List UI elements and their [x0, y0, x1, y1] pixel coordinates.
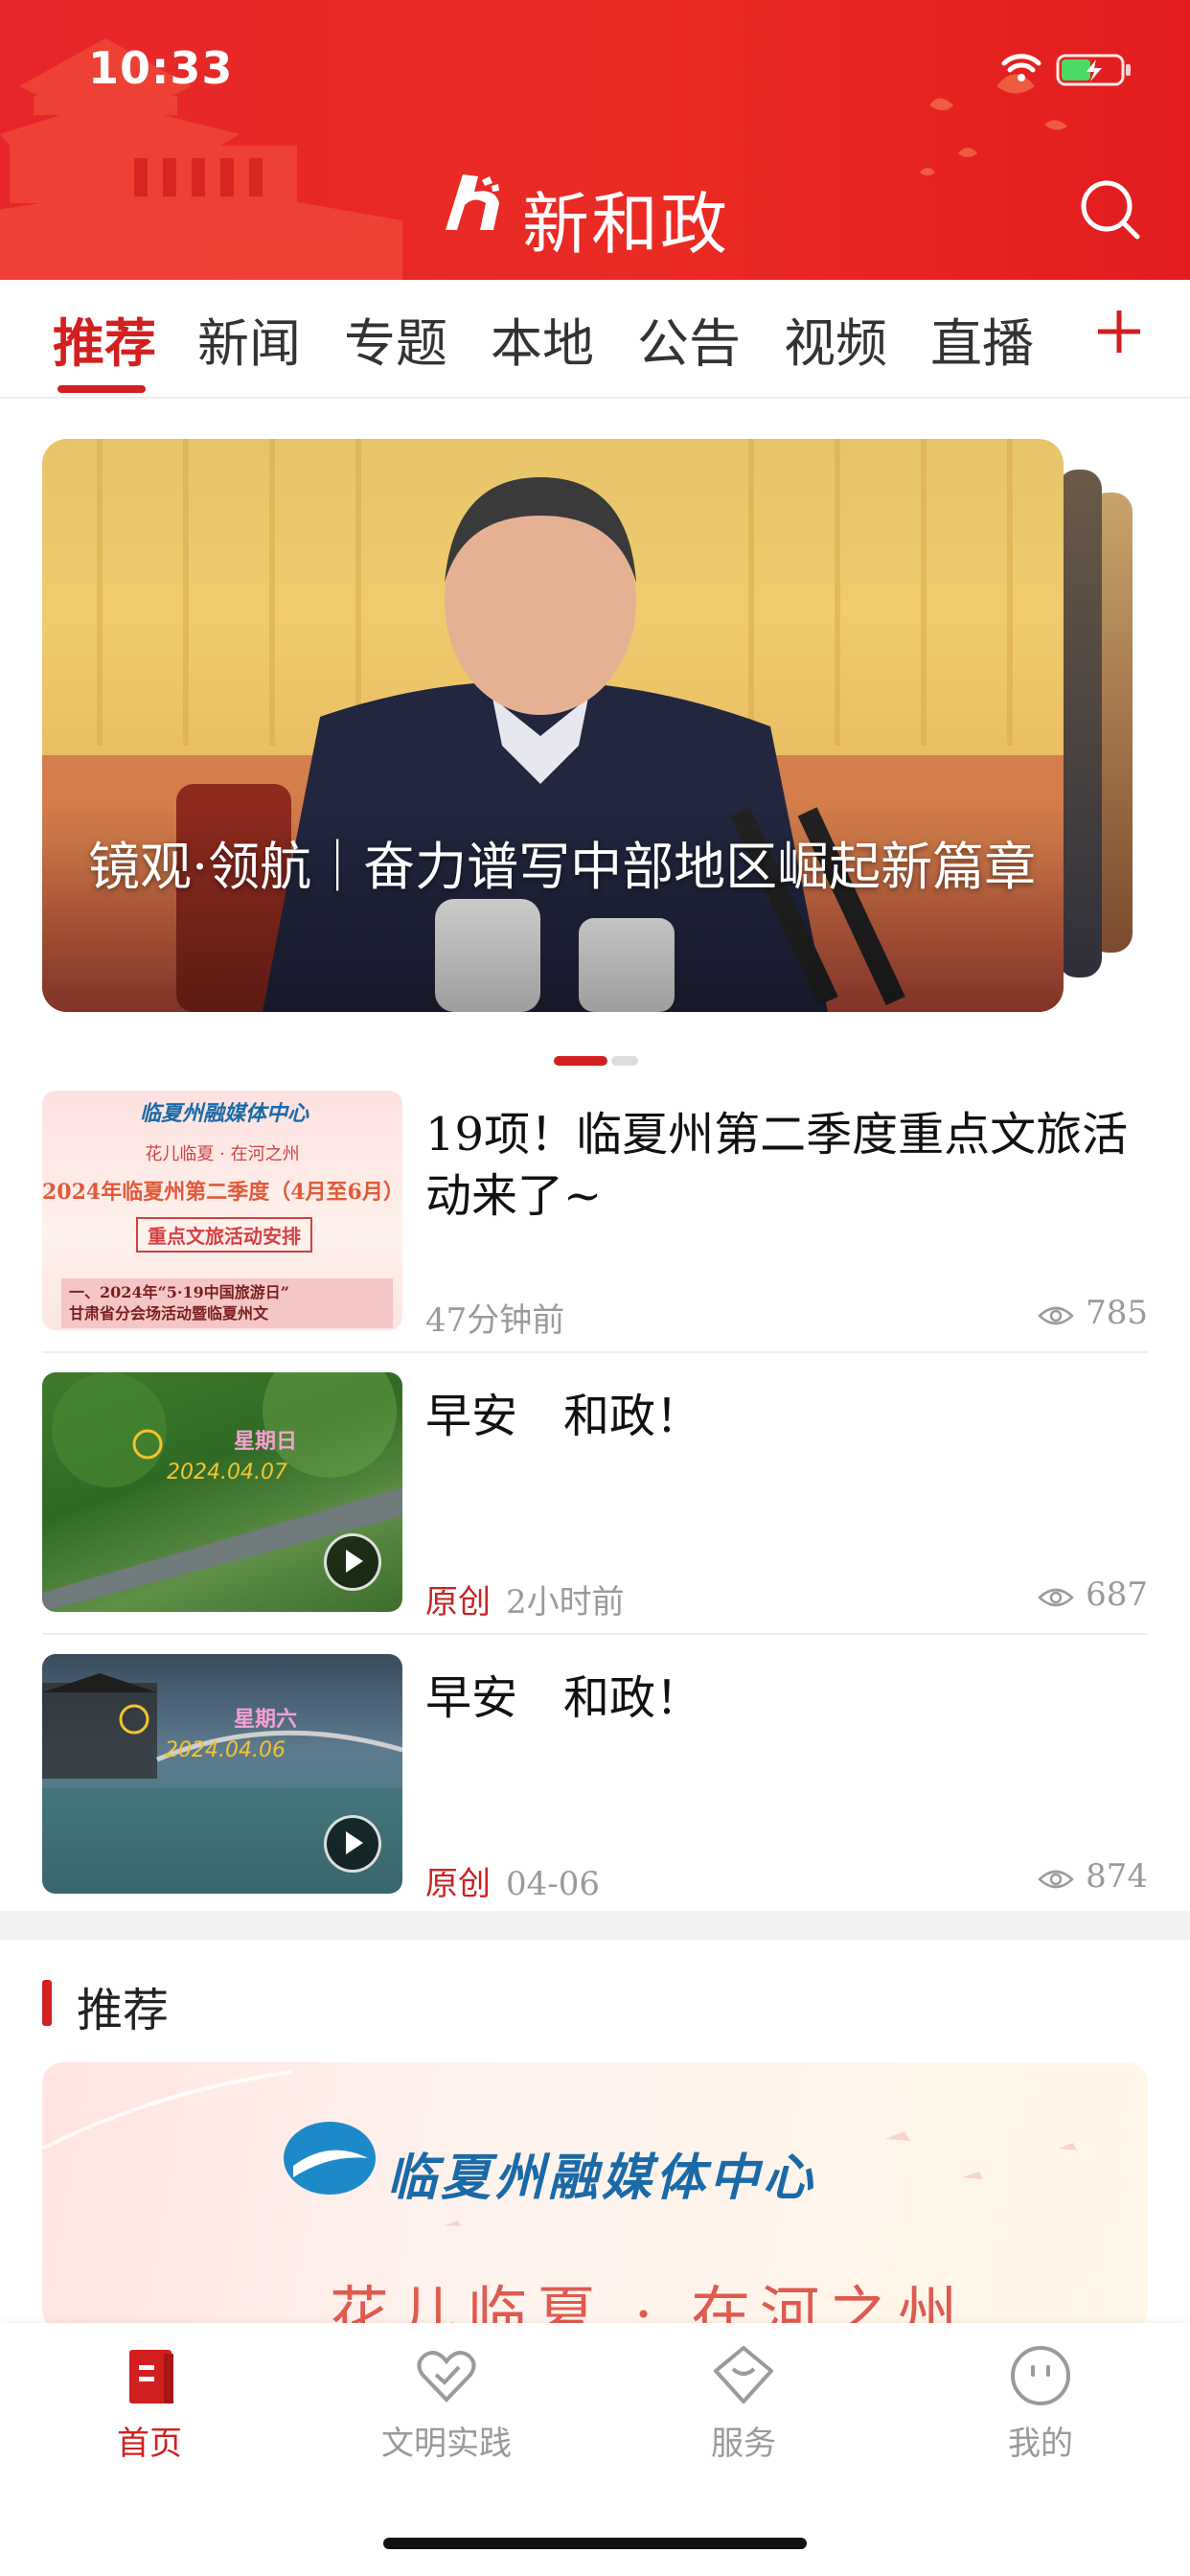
- news-meta: 原创 2小时前: [425, 1576, 625, 1622]
- home-indicator: [383, 2538, 807, 2549]
- news-meta: 47分钟前: [425, 1294, 564, 1341]
- news-item[interactable]: 星期日 2024.04.07 早安 和政！ 原创 2小时前 687: [42, 1372, 1148, 1652]
- thumb-line4: 一、2024年“5·19中国旅游日”: [69, 1283, 289, 1301]
- divider: [42, 1351, 1148, 1353]
- app-logo-icon: [446, 174, 499, 230]
- eye-icon: [1038, 1306, 1074, 1325]
- news-item[interactable]: 星期六 2024.04.06 早安 和政！ 原创 04-06 874: [42, 1654, 1148, 1934]
- brand-logo-icon: [284, 2122, 376, 2195]
- nav-home-label: 首页: [117, 2425, 182, 2463]
- hero-image: [42, 439, 1064, 1012]
- search-icon[interactable]: [1078, 177, 1141, 241]
- news-time: 47分钟前: [425, 1301, 565, 1340]
- play-icon[interactable]: [324, 1815, 381, 1873]
- banner-subtitle: 花儿临夏 · 在河之州: [330, 2279, 968, 2331]
- news-thumbnail: 临夏州融媒体中心 花儿临夏 · 在河之州 2024年临夏州第二季度（4月至6月）…: [42, 1091, 402, 1330]
- news-time: 2小时前: [506, 1583, 625, 1622]
- nav-civilization[interactable]: 文明实践: [351, 2342, 542, 2464]
- news-thumbnail: 星期六 2024.04.06: [42, 1654, 402, 1894]
- profile-icon: [1011, 2346, 1070, 2405]
- news-source-badge: 原创: [425, 1583, 491, 1622]
- section-title: 推荐: [77, 1984, 170, 2037]
- banner-brand: 临夏州融媒体中心: [387, 2149, 817, 2207]
- wifi-icon: [1001, 54, 1041, 81]
- news-title[interactable]: 早安 和政！: [425, 1386, 1154, 1447]
- thumb-date: 2024.04.06: [165, 1738, 286, 1762]
- tab-news[interactable]: 新闻: [197, 301, 301, 377]
- thumb-line3: 重点文旅活动安排: [136, 1217, 312, 1253]
- news-item[interactable]: 临夏州融媒体中心 花儿临夏 · 在河之州 2024年临夏州第二季度（4月至6月）…: [42, 1091, 1148, 1370]
- thumb-weekday: 星期六: [234, 1707, 298, 1732]
- pagination-dot-active: [554, 1056, 607, 1066]
- nav-service-label: 服务: [711, 2425, 776, 2463]
- section-marker: [42, 1980, 52, 2026]
- news-views: 874: [1038, 1857, 1148, 1896]
- nav-service[interactable]: 服务: [648, 2342, 839, 2464]
- plus-icon[interactable]: [1090, 303, 1148, 360]
- section-gap: [0, 1911, 1190, 1940]
- news-views: 785: [1038, 1294, 1148, 1332]
- thumb-line5: 甘肃省分会场活动暨临夏州文: [69, 1304, 269, 1322]
- news-meta: 原创 04-06: [425, 1857, 600, 1904]
- tab-live[interactable]: 直播: [930, 301, 1034, 377]
- app-name: 新和政: [522, 185, 729, 264]
- active-tab-indicator: [57, 385, 146, 393]
- news-title[interactable]: 19项！临夏州第二季度重点文旅活动来了~: [425, 1104, 1154, 1227]
- nav-profile[interactable]: 我的: [945, 2342, 1136, 2464]
- recommend-banner[interactable]: 临夏州融媒体中心 花儿临夏 · 在河之州: [42, 2062, 1148, 2331]
- carousel-next-card[interactable]: [1058, 470, 1102, 978]
- thumb-line2: 2024年临夏州第二季度（4月至6月）: [42, 1180, 402, 1205]
- news-view-count: 874: [1086, 1857, 1148, 1896]
- eye-icon: [1038, 1870, 1074, 1889]
- nav-civilization-label: 文明实践: [381, 2425, 512, 2463]
- tab-recommend[interactable]: 推荐: [53, 301, 156, 377]
- tab-topics[interactable]: 专题: [344, 301, 447, 377]
- tab-local[interactable]: 本地: [491, 301, 594, 377]
- home-icon: [129, 2350, 173, 2404]
- thumb-weekday: 星期日: [234, 1429, 298, 1454]
- nav-profile-label: 我的: [1008, 2425, 1073, 2463]
- news-view-count: 785: [1086, 1294, 1148, 1332]
- news-title[interactable]: 早安 和政！: [425, 1668, 1154, 1729]
- carousel-title[interactable]: 镜观·领航｜奋力谱写中部地区崛起新篇章: [88, 832, 1046, 903]
- carousel-hero-card[interactable]: [42, 439, 1064, 1012]
- category-tabs: 推荐 新闻 专题 本地 公告 视频 直播: [0, 280, 1190, 399]
- news-source-badge: 原创: [425, 1865, 491, 1903]
- heart-icon: [417, 2351, 476, 2403]
- news-view-count: 687: [1086, 1576, 1148, 1614]
- thumb-line1: 花儿临夏 · 在河之州: [145, 1144, 300, 1164]
- eye-icon: [1038, 1588, 1074, 1607]
- divider: [42, 1633, 1148, 1635]
- nav-home[interactable]: 首页: [54, 2342, 245, 2464]
- thumb-brand: 临夏州融媒体中心: [139, 1101, 309, 1126]
- tab-video[interactable]: 视频: [784, 301, 887, 377]
- battery-icon: [1056, 54, 1131, 86]
- play-icon[interactable]: [324, 1533, 381, 1591]
- tab-notice[interactable]: 公告: [637, 301, 741, 377]
- status-bar-icons: [996, 50, 1140, 92]
- pagination-dot: [611, 1056, 638, 1066]
- app-header: 10:33 新和政: [0, 0, 1190, 280]
- news-thumbnail: 星期日 2024.04.07: [42, 1372, 402, 1612]
- service-icon: [714, 2346, 773, 2404]
- news-time: 04-06: [506, 1865, 601, 1903]
- status-time: 10:33: [88, 42, 234, 94]
- news-views: 687: [1038, 1576, 1148, 1614]
- thumb-date: 2024.04.07: [167, 1460, 287, 1484]
